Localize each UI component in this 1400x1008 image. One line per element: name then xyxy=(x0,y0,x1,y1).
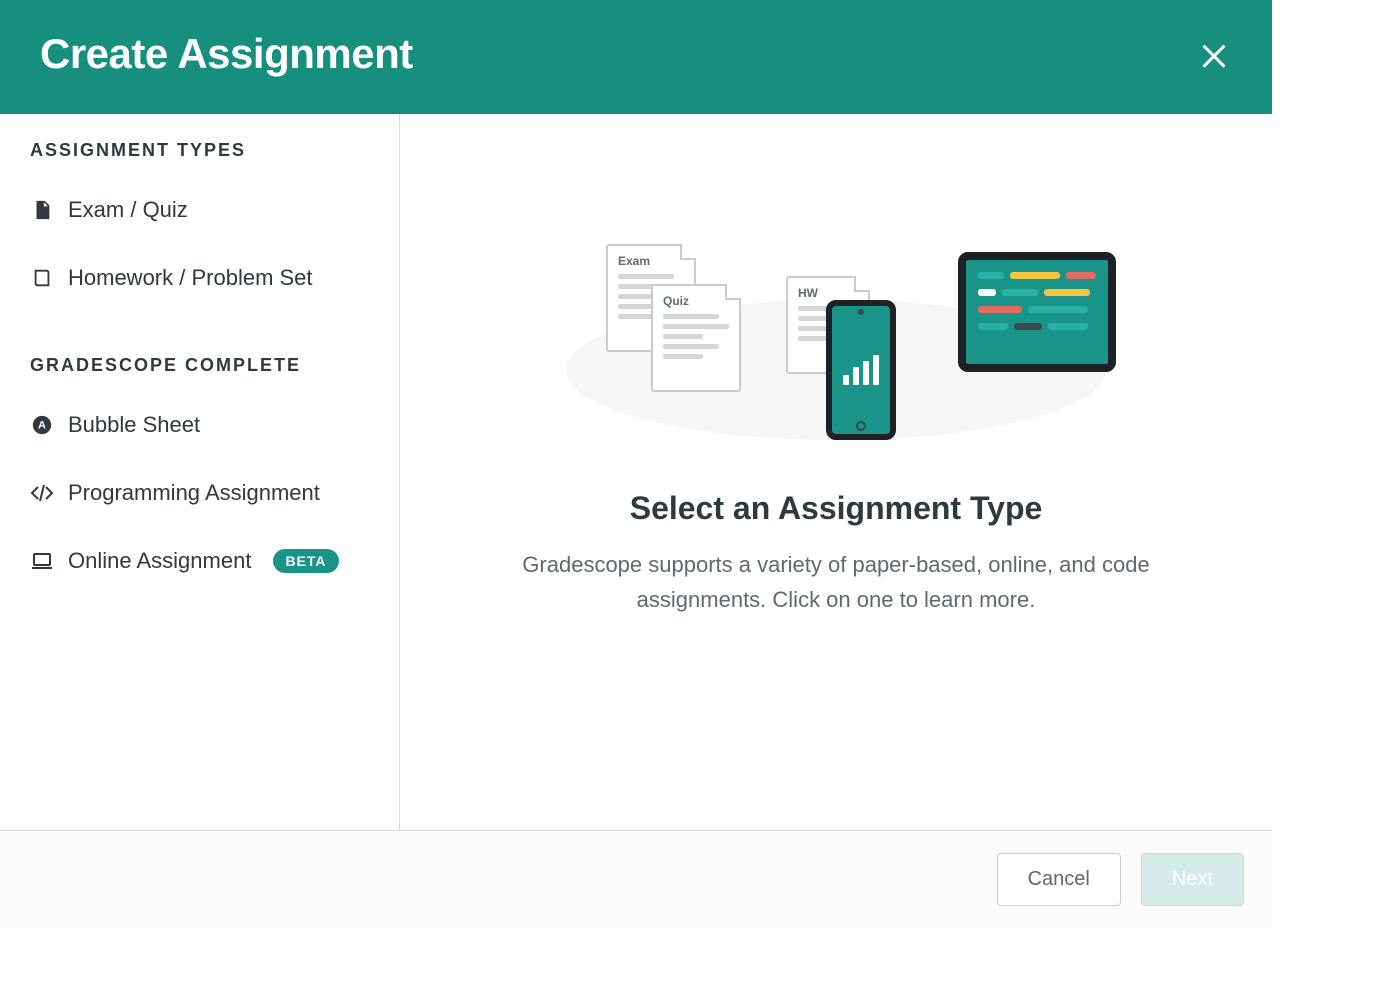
type-homework[interactable]: Homework / Problem Set xyxy=(30,253,369,303)
modal-footer: Cancel Next xyxy=(0,830,1272,928)
type-exam-quiz[interactable]: Exam / Quiz xyxy=(30,185,369,235)
type-label: Online Assignment xyxy=(68,548,251,574)
modal-title: Create Assignment xyxy=(40,30,413,78)
cancel-button[interactable]: Cancel xyxy=(997,853,1121,906)
modal-body: ASSIGNMENT TYPES Exam / Quiz Homework / … xyxy=(0,114,1272,830)
doc-label: HW xyxy=(798,286,858,300)
type-online-assignment[interactable]: Online Assignment BETA xyxy=(30,536,369,586)
sidebar: ASSIGNMENT TYPES Exam / Quiz Homework / … xyxy=(0,114,400,830)
sidebar-section-heading-complete: GRADESCOPE COMPLETE xyxy=(30,355,369,376)
type-label: Homework / Problem Set xyxy=(68,265,313,291)
type-programming[interactable]: Programming Assignment xyxy=(30,468,369,518)
beta-badge: BETA xyxy=(273,549,338,573)
type-bubble-sheet[interactable]: A Bubble Sheet xyxy=(30,400,369,450)
main-heading: Select an Assignment Type xyxy=(630,490,1043,527)
next-button[interactable]: Next xyxy=(1141,853,1244,906)
doc-label: Exam xyxy=(618,254,684,268)
document-icon xyxy=(30,198,54,222)
illustration: Exam Quiz HW xyxy=(556,244,1116,464)
doc-label: Quiz xyxy=(663,294,729,308)
main-description: Gradescope supports a variety of paper-b… xyxy=(496,547,1176,617)
modal-header: Create Assignment xyxy=(0,0,1272,114)
close-icon[interactable] xyxy=(1196,36,1232,72)
bubble-a-icon: A xyxy=(30,413,54,437)
create-assignment-modal: Create Assignment ASSIGNMENT TYPES Exam … xyxy=(0,0,1272,928)
main-panel: Exam Quiz HW xyxy=(400,114,1272,830)
svg-text:A: A xyxy=(38,420,46,432)
book-icon xyxy=(30,266,54,290)
type-label: Programming Assignment xyxy=(68,480,320,506)
laptop-icon xyxy=(30,549,54,573)
type-label: Bubble Sheet xyxy=(68,412,200,438)
code-icon xyxy=(30,481,54,505)
phone-icon xyxy=(826,300,896,440)
type-label: Exam / Quiz xyxy=(68,197,188,223)
sidebar-section-heading-types: ASSIGNMENT TYPES xyxy=(30,140,369,161)
tablet-icon xyxy=(958,252,1116,372)
